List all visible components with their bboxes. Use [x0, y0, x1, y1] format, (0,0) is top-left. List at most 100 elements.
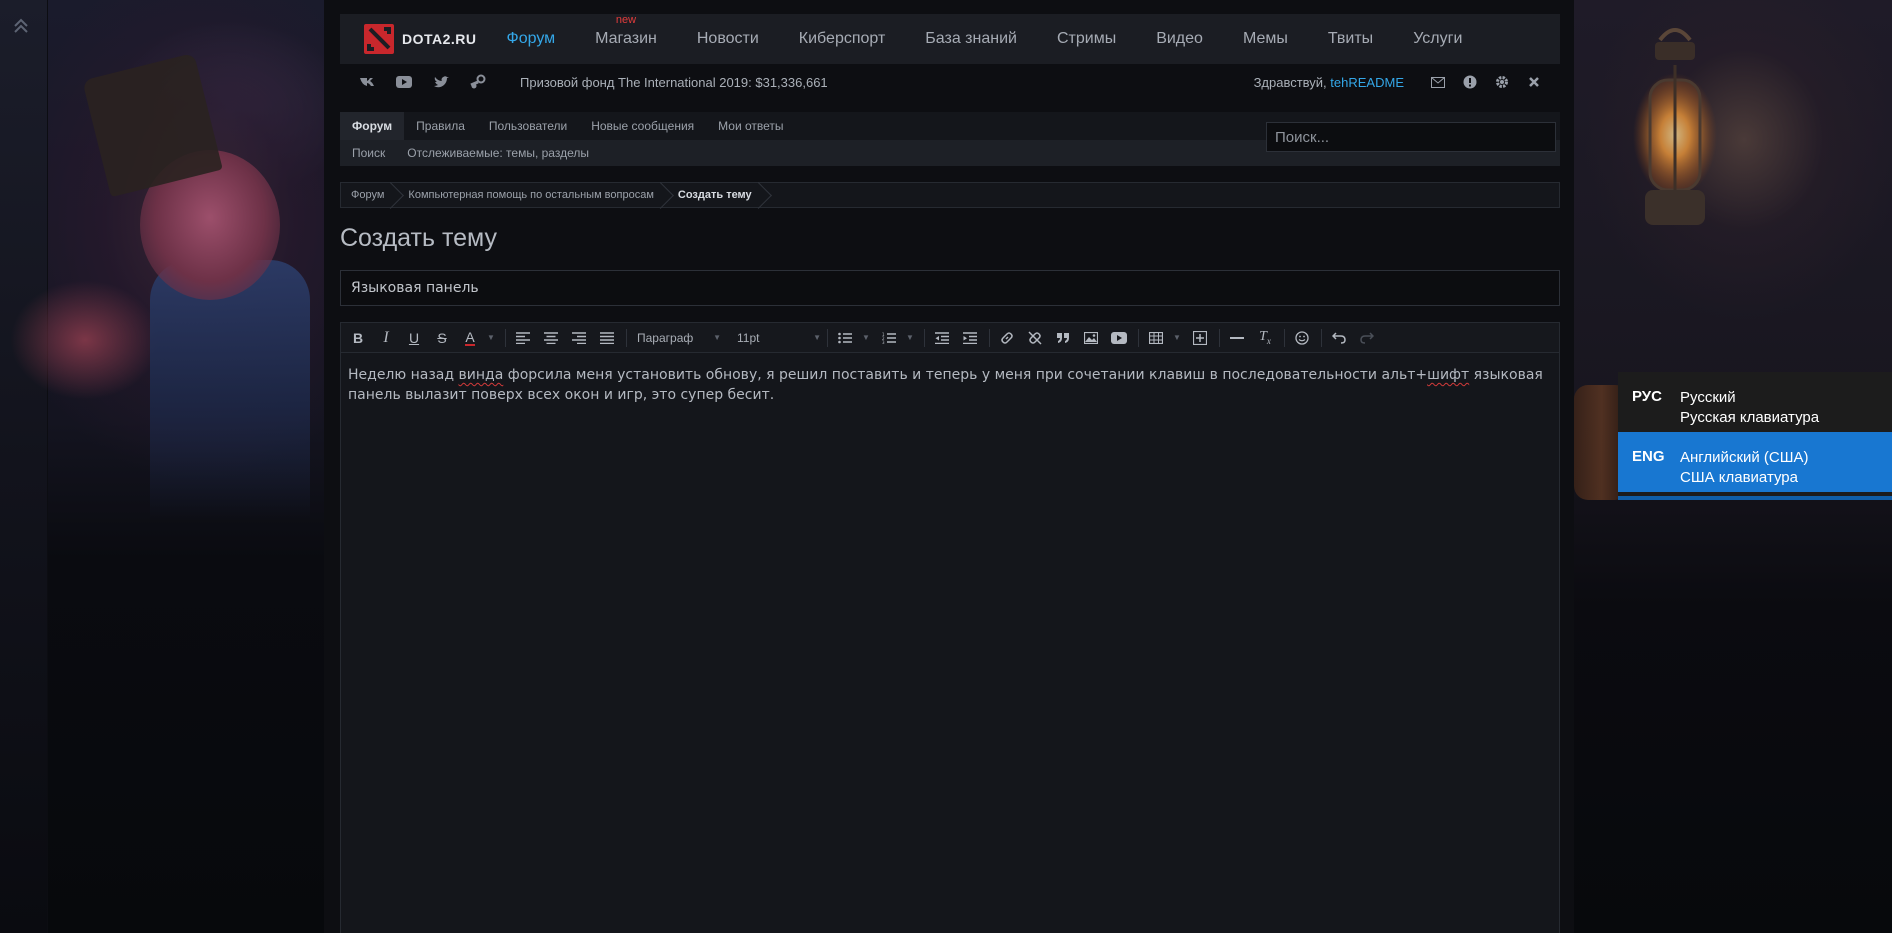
main-column: DOTA2.RU Форум new Магазин Новости Кибер…: [324, 0, 1574, 933]
nav-services[interactable]: Услуги: [1413, 30, 1462, 48]
video-icon[interactable]: [1108, 327, 1130, 349]
body-text-part: форсила меня установить обнову, я решил …: [503, 367, 1428, 383]
tab-my-replies[interactable]: Мои ответы: [706, 112, 795, 140]
topic-title-input[interactable]: Языковая панель: [340, 270, 1560, 306]
bullet-list-button[interactable]: [834, 327, 856, 349]
undo-icon[interactable]: [1328, 327, 1350, 349]
nav-shop-label: Магазин: [595, 30, 657, 47]
table-icon[interactable]: [1145, 327, 1167, 349]
font-size-select-value: 11pt: [737, 330, 760, 345]
align-right-button[interactable]: [568, 327, 590, 349]
nav-news[interactable]: Новости: [697, 30, 759, 48]
underline-button[interactable]: U: [403, 327, 425, 349]
social-links: [358, 74, 506, 90]
nav-esports[interactable]: Киберспорт: [799, 30, 885, 48]
horizontal-rule-icon[interactable]: [1226, 327, 1248, 349]
emoji-icon[interactable]: [1291, 327, 1313, 349]
link-icon[interactable]: [996, 327, 1018, 349]
greeting-text: Здравствуй,: [1253, 74, 1327, 90]
top-navigation: DOTA2.RU Форум new Магазин Новости Кибер…: [340, 14, 1560, 64]
table-dropdown-icon[interactable]: ▼: [1173, 327, 1181, 349]
language-name: Английский (США): [1680, 449, 1809, 466]
toolbar-divider: [626, 328, 627, 347]
editor-toolbar: B I U S A ▼ Параграф ▼ 11pt ▼ ▼ 123 ▼ ▼ …: [341, 323, 1559, 353]
nav-streams-label: Стримы: [1056, 30, 1117, 47]
bullet-list-dropdown-icon[interactable]: ▼: [862, 327, 870, 349]
tab-rules[interactable]: Правила: [404, 112, 477, 140]
paragraph-select[interactable]: Параграф ▼: [633, 327, 725, 349]
hero-coat-art: [150, 260, 310, 520]
vk-icon[interactable]: [358, 74, 376, 90]
paragraph-select-value: Параграф: [637, 330, 694, 345]
quote-icon[interactable]: [1052, 327, 1074, 349]
subtab-watched[interactable]: Отслеживаемые: темы, разделы: [407, 146, 589, 160]
breadcrumb-forum[interactable]: Форум: [341, 183, 398, 207]
tab-users[interactable]: Пользователи: [477, 112, 579, 140]
redo-icon[interactable]: [1356, 327, 1378, 349]
text-color-button[interactable]: A: [459, 327, 481, 349]
language-name: Русский: [1680, 389, 1736, 406]
numbered-list-button[interactable]: 123: [878, 327, 900, 349]
breadcrumb-section[interactable]: Компьютерная помощь по остальным вопроса…: [398, 183, 667, 207]
username-link[interactable]: tehREADME: [1330, 75, 1404, 90]
toolbar-divider: [505, 328, 506, 347]
breadcrumb: Форум Компьютерная помощь по остальным в…: [340, 182, 1560, 208]
info-bar: Призовой фонд The International 2019: $3…: [340, 66, 1560, 98]
insert-icon[interactable]: [1189, 327, 1211, 349]
justify-button[interactable]: [596, 327, 618, 349]
nav-tweets[interactable]: Твиты: [1328, 30, 1373, 48]
language-info: Русский Русская клавиатура: [1680, 388, 1819, 432]
gear-icon[interactable]: [1494, 74, 1510, 90]
italic-button[interactable]: I: [375, 327, 397, 349]
align-center-button[interactable]: [540, 327, 562, 349]
search-input[interactable]: Поиск...: [1266, 122, 1556, 152]
editor-content[interactable]: Неделю назад винда форсила меня установи…: [341, 353, 1559, 417]
clear-formatting-icon[interactable]: Tx: [1254, 327, 1276, 349]
language-option-russian[interactable]: РУС Русский Русская клавиатура: [1618, 372, 1892, 432]
scroll-to-top-icon[interactable]: [12, 16, 30, 36]
steam-icon[interactable]: [469, 74, 487, 90]
language-option-english[interactable]: ENG Английский (США) США клавиатура: [1618, 432, 1892, 492]
image-icon[interactable]: [1080, 327, 1102, 349]
nav-tweets-label: Твиты: [1327, 30, 1374, 47]
greeting: Здравствуй, tehREADME: [1254, 75, 1404, 90]
nav-streams[interactable]: Стримы: [1057, 30, 1116, 48]
toolbar-divider: [924, 328, 925, 347]
nav-video-label: Видео: [1156, 30, 1203, 47]
nav-esports-label: Киберспорт: [798, 30, 886, 47]
breadcrumb-current: Создать тему: [668, 183, 766, 207]
misspelled-word: винда: [458, 367, 504, 383]
site-logo[interactable]: DOTA2.RU: [364, 24, 477, 54]
text-color-dropdown-icon[interactable]: ▼: [487, 327, 495, 349]
subtab-search[interactable]: Поиск: [352, 146, 385, 160]
tab-forum[interactable]: Форум: [340, 112, 405, 140]
alert-icon[interactable]: [1462, 74, 1478, 90]
nav-shop[interactable]: new Магазин: [595, 14, 657, 48]
nav-services-label: Услуги: [1413, 30, 1463, 47]
prize-pool-text: Призовой фонд The International 2019: $3…: [520, 74, 828, 90]
outdent-button[interactable]: [931, 327, 953, 349]
nav-forum[interactable]: Форум: [507, 30, 556, 48]
bold-button[interactable]: B: [347, 327, 369, 349]
toolbar-divider: [1321, 328, 1322, 347]
lantern-art: [1633, 28, 1717, 225]
nav-knowledge-base[interactable]: База знаний: [925, 30, 1017, 48]
nav-news-label: Новости: [696, 30, 759, 47]
background-left-strip: [0, 0, 48, 933]
youtube-icon[interactable]: [395, 74, 413, 90]
strikethrough-button[interactable]: S: [431, 327, 453, 349]
language-code: ENG: [1632, 448, 1665, 465]
tab-new-messages[interactable]: Новые сообщения: [579, 112, 706, 140]
indent-button[interactable]: [959, 327, 981, 349]
twitter-icon[interactable]: [432, 74, 450, 90]
font-size-select[interactable]: 11pt ▼: [733, 327, 825, 349]
nav-memes[interactable]: Мемы: [1243, 30, 1288, 48]
hero-hand-art: [10, 280, 160, 400]
unlink-icon[interactable]: [1024, 327, 1046, 349]
flyout-bottom-edge: [1618, 496, 1892, 500]
close-icon[interactable]: [1526, 74, 1542, 90]
envelope-icon[interactable]: [1430, 74, 1446, 90]
align-left-button[interactable]: [512, 327, 534, 349]
nav-video[interactable]: Видео: [1156, 30, 1203, 48]
numbered-list-dropdown-icon[interactable]: ▼: [906, 327, 914, 349]
